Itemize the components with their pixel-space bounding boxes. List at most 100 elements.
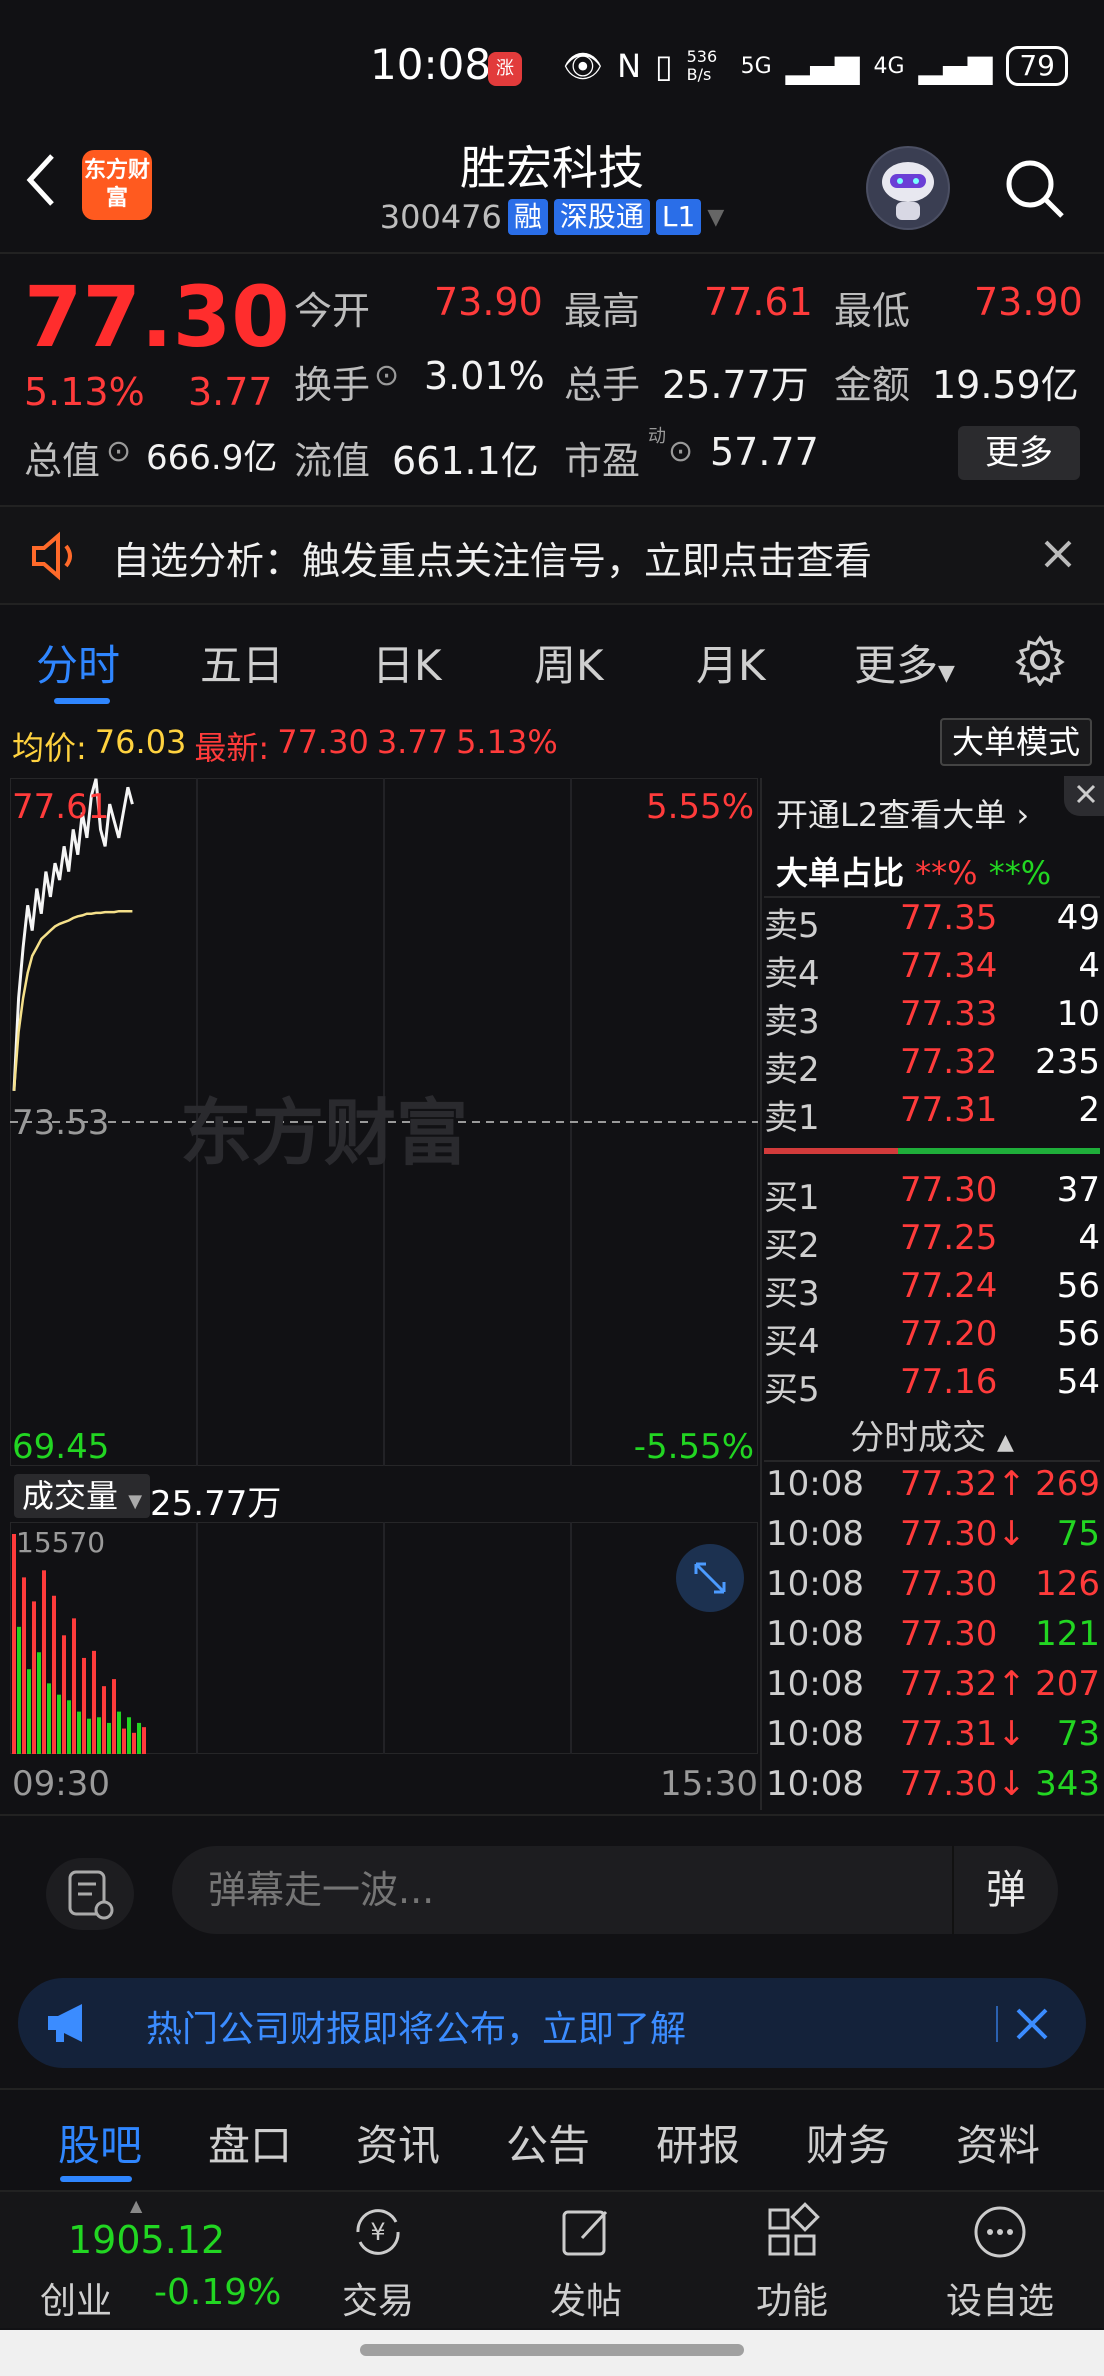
trade-time: 10:08 [766, 1564, 864, 1604]
float-value: 661.1亿 [392, 439, 539, 483]
speaker-icon [32, 531, 72, 581]
y-tick-low: 69.45 [12, 1427, 109, 1466]
tab-intraday[interactable]: 分时 [36, 632, 120, 693]
trade-vol: 126 [1035, 1564, 1100, 1604]
ask-row-5[interactable]: 卖5 77.35 49 [764, 898, 1100, 946]
index-value[interactable]: 1905.12 [68, 2218, 225, 2262]
bid-vol: 56 [1056, 1314, 1100, 1354]
volume-selector[interactable]: 成交量 ▼ [14, 1474, 151, 1518]
index-pct[interactable]: -0.19% [154, 2272, 281, 2313]
volume-bar [42, 1570, 46, 1754]
tab-daily-k[interactable]: 日K [372, 632, 442, 693]
tag-level: L1 [655, 199, 702, 235]
trade-button[interactable]: ¥ 交易 [308, 2200, 448, 2324]
ask-row-1[interactable]: 卖1 77.31 2 [764, 1090, 1100, 1138]
low-value: 73.90 [974, 280, 1083, 324]
volume-chart[interactable]: 15570 [10, 1522, 758, 1754]
ask-vol: 10 [1056, 994, 1100, 1034]
bid-row-2[interactable]: 买2 77.25 4 [764, 1218, 1100, 1266]
tab-weekly-k[interactable]: 周K [534, 632, 604, 693]
subnav-news[interactable]: 资讯 [356, 2112, 440, 2173]
info-icon[interactable]: ⊙ [374, 358, 399, 393]
info-icon[interactable]: ⊙ [668, 434, 693, 469]
functions-button[interactable]: 功能 [722, 2200, 862, 2324]
ask-label: 卖4 [764, 954, 820, 994]
trade-price: 77.31↓ [900, 1714, 1026, 1754]
expand-icon[interactable] [676, 1544, 744, 1612]
close-icon[interactable] [1014, 2006, 1050, 2042]
subnav-announcements[interactable]: 公告 [506, 2112, 590, 2173]
intraday-chart[interactable]: 东方财富 77.61 73.53 69.45 5.55% -5.55% [10, 778, 758, 1466]
tab-more[interactable]: 更多▼ [854, 632, 955, 693]
volume-value: 25.77万 [662, 363, 809, 407]
info-icon[interactable]: ⊙ [106, 434, 131, 469]
danmu-send-button[interactable]: 弹 [952, 1846, 1058, 1934]
trade-time: 10:08 [766, 1514, 864, 1554]
l2-upgrade-link[interactable]: 开通L2查看大单 › [776, 790, 1029, 836]
trades-title-text: 分时成交 [850, 1418, 987, 1458]
tab-monthly-k[interactable]: 月K [696, 632, 766, 693]
search-icon[interactable] [1002, 156, 1068, 222]
subnav-pankou[interactable]: 盘口 [208, 2112, 292, 2173]
close-icon[interactable] [1064, 776, 1104, 816]
trade-row: 10:08 77.30 126 [766, 1564, 1100, 1612]
trade-price: 77.30 [900, 1614, 998, 1654]
volume-bar [67, 1700, 71, 1754]
danmu-input[interactable] [172, 1846, 1058, 1934]
alert-text[interactable]: 自选分析：触发重点关注信号，立即点击查看 [112, 530, 872, 585]
index-name[interactable]: 创业 [40, 2272, 112, 2324]
bid-row-5[interactable]: 买5 77.16 54 [764, 1362, 1100, 1410]
volume-bar [32, 1601, 36, 1754]
gear-icon[interactable] [1014, 634, 1066, 686]
subnav-profile[interactable]: 资料 [956, 2112, 1040, 2173]
avg-label: 均价: [12, 729, 87, 767]
y-tick-pct-high: 5.55% [646, 787, 754, 827]
subnav-guba[interactable]: 股吧 [58, 2112, 142, 2173]
ask-vol: 49 [1056, 898, 1100, 938]
ask-row-3[interactable]: 卖3 77.33 10 [764, 994, 1100, 1042]
post-button[interactable]: 发帖 [516, 2200, 656, 2324]
ratio-green: **% [988, 854, 1052, 892]
avg-value: 76.03 [94, 723, 187, 761]
home-indicator[interactable] [360, 2344, 744, 2356]
ask-row-2[interactable]: 卖2 77.32 235 [764, 1042, 1100, 1090]
ask-price: 77.31 [900, 1090, 998, 1130]
robot-avatar-icon[interactable] [866, 146, 950, 230]
ask-vol: 2 [1078, 1090, 1100, 1130]
bid-ratio-segment [898, 1148, 1100, 1154]
nfc-icon: N [617, 47, 641, 85]
volume-bar [102, 1686, 106, 1754]
volume-bar [122, 1728, 126, 1754]
caret-up-icon: ▲ [130, 2196, 143, 2215]
bid-price: 77.24 [900, 1266, 998, 1306]
bid-row-4[interactable]: 买4 77.20 56 [764, 1314, 1100, 1362]
battery-level: 79 [1006, 46, 1068, 86]
bid-row-3[interactable]: 买3 77.24 56 [764, 1266, 1100, 1314]
volume-bar [82, 1657, 86, 1754]
bid-row-1[interactable]: 买1 77.30 37 [764, 1170, 1100, 1218]
add-watchlist-button[interactable]: 设自选 [930, 2200, 1070, 2324]
notice-text[interactable]: 热门公司财报即将公布，立即了解 [146, 2000, 686, 2052]
status-time: 10:08 [370, 40, 492, 89]
latest-pct: 5.13% [456, 723, 558, 761]
ask-row-4[interactable]: 卖4 77.34 4 [764, 946, 1100, 994]
vibrate-icon: ▯ [655, 47, 673, 85]
bid-label: 买1 [764, 1178, 820, 1218]
close-icon[interactable] [1040, 536, 1076, 572]
bid-price: 77.30 [900, 1170, 998, 1210]
chart-info-line: 均价: 76.03 最新: 77.30 3.77 5.13% [12, 723, 558, 769]
open-label: 今开 [294, 289, 371, 333]
caret-down-icon: ▼ [128, 1491, 143, 1512]
more-quote-button[interactable]: 更多 [958, 426, 1080, 480]
trade-row: 10:08 77.32↑ 207 [766, 1664, 1100, 1712]
trade-row: 10:08 77.30↓ 343 [766, 1764, 1100, 1812]
subnav-research[interactable]: 研报 [656, 2112, 740, 2173]
danmu-settings-icon[interactable] [46, 1858, 134, 1930]
volume-bar [92, 1650, 96, 1754]
big-order-mode-button[interactable]: 大单模式 [940, 718, 1092, 766]
trades-title[interactable]: 分时成交 ▲ [760, 1410, 1104, 1459]
trade-price: 77.30↓ [900, 1764, 1026, 1804]
tab-five-day[interactable]: 五日 [200, 632, 284, 693]
subnav-finance[interactable]: 财务 [806, 2112, 890, 2173]
l2-upgrade-text: 开通L2查看大单 [776, 796, 1007, 834]
